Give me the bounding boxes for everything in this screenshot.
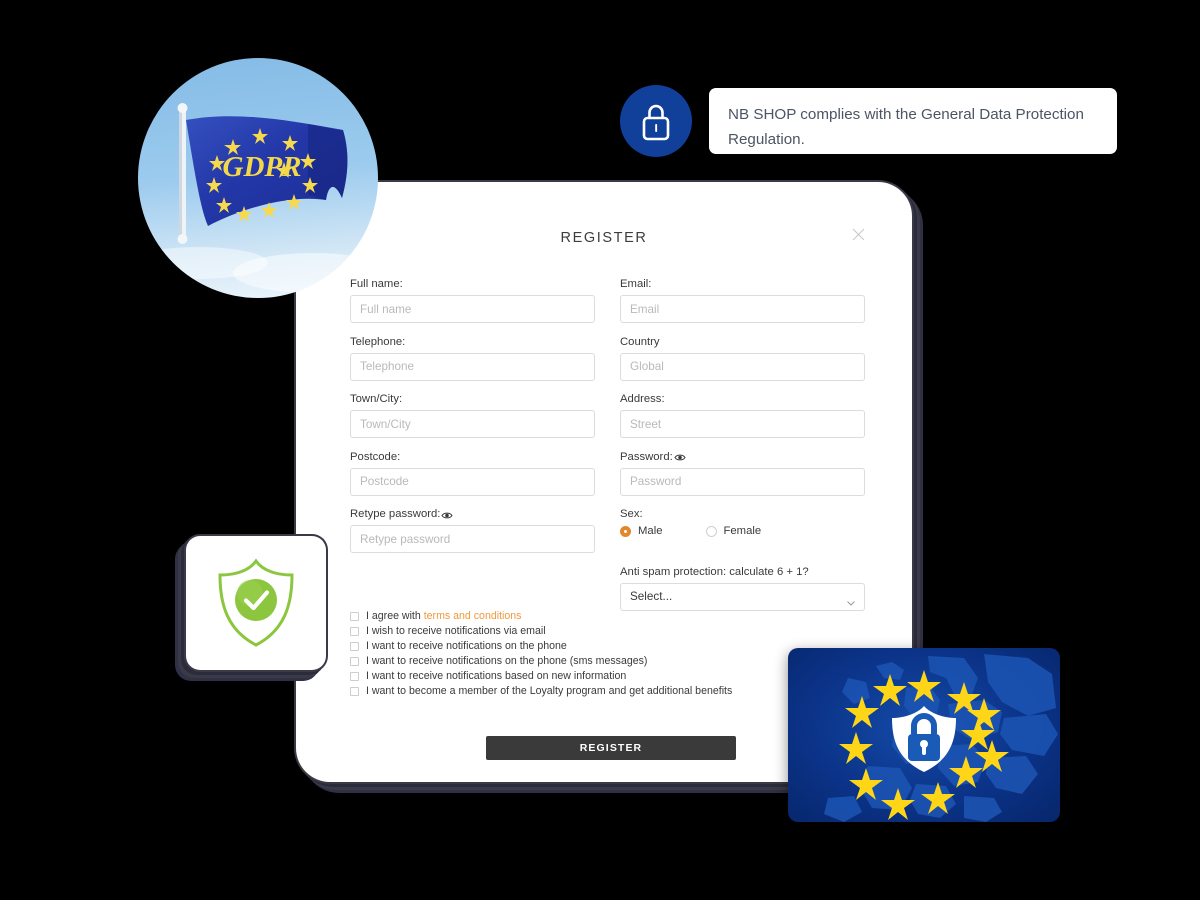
antispam-label: Anti spam protection: calculate 6 + 1? <box>620 565 809 578</box>
field-label: Telephone: <box>350 335 406 348</box>
radio-male[interactable] <box>620 525 631 537</box>
terms-and-conditions-link[interactable]: terms and conditions <box>424 610 522 622</box>
telephone-input[interactable] <box>350 352 595 381</box>
field-label: Email: <box>620 278 652 290</box>
checkbox-phone-notifications[interactable] <box>350 641 359 651</box>
form-row: Retype password: Retype password Sex: Ma… <box>350 508 866 553</box>
field-country: Country <box>620 336 865 381</box>
antispam-select[interactable] <box>620 582 865 611</box>
list-item[interactable]: I wish to receive notifications via emai… <box>350 625 820 637</box>
checkbox-email-notifications[interactable] <box>350 626 359 636</box>
lock-icon <box>620 85 692 157</box>
field-label-text: Password: <box>620 450 673 463</box>
field-label-text: Retype password: <box>350 508 441 520</box>
page-canvas: REGISTER Full name: Email: <box>0 0 1200 900</box>
list-item[interactable]: I want to receive notifications on the p… <box>350 655 820 667</box>
field-antispam: Anti spam protection: calculate 6 + 1? <box>620 566 865 611</box>
close-icon[interactable] <box>849 228 867 246</box>
gdpr-flag-photo: GDPR <box>138 58 378 298</box>
email-input[interactable] <box>620 295 865 323</box>
list-item[interactable]: I agree with terms and conditions <box>350 610 820 622</box>
checkbox-label: I want to receive notifications based on… <box>366 670 627 682</box>
form-row: Anti spam protection: calculate 6 + 1? <box>350 566 866 611</box>
field-town-city: Town/City: <box>350 393 595 438</box>
field-label: Retype password: <box>350 508 595 520</box>
form-row: Postcode: Password: <box>350 451 866 496</box>
form-row: Full name: Email: <box>350 278 866 323</box>
sex-label: Sex: <box>620 508 643 520</box>
field-retype-password: Retype password: <box>350 508 595 553</box>
register-button[interactable]: REGISTER <box>486 736 736 760</box>
checkbox-loyalty-program[interactable] <box>350 686 359 696</box>
town-city-input[interactable] <box>350 410 595 438</box>
field-label: Address: <box>620 393 665 405</box>
field-sex: Sex: Male Female <box>620 508 865 553</box>
radio-female[interactable] <box>705 525 717 537</box>
antispam-select-wrap <box>620 582 865 611</box>
postcode-input[interactable] <box>350 467 595 496</box>
field-telephone: Telephone: <box>350 336 595 381</box>
form-row: Telephone: Country <box>350 336 866 381</box>
checkbox-terms[interactable] <box>350 611 359 621</box>
register-form: Full name: Email: Telephone: <box>350 278 866 623</box>
field-label: Password: <box>620 451 865 463</box>
field-label: Postcode: <box>350 450 401 463</box>
field-label: Town/City: <box>350 393 403 405</box>
list-item[interactable]: I want to become a member of the Loyalty… <box>350 685 820 697</box>
eu-gdpr-card <box>788 648 1060 822</box>
field-label: Country <box>620 335 660 348</box>
checkbox-label: I want to receive notifications on the p… <box>366 640 567 652</box>
radio-male-label: Male <box>638 525 663 537</box>
field-label: Full name: <box>350 278 403 290</box>
checkbox-new-information[interactable] <box>350 671 359 681</box>
consent-checkbox-list: I agree with terms and conditions I wish… <box>350 610 820 700</box>
eye-icon[interactable] <box>674 453 686 462</box>
radio-female-label: Female <box>723 525 762 537</box>
field-postcode: Postcode: <box>350 451 595 496</box>
field-full-name: Full name: <box>350 278 595 323</box>
checkbox-label: I agree with terms and conditions <box>366 610 522 622</box>
field-address: Address: <box>620 393 865 438</box>
page-title: REGISTER <box>560 230 648 246</box>
full-name-input[interactable] <box>350 295 595 323</box>
tooltip-text: NB SHOP complies with the General Data P… <box>728 106 1084 148</box>
country-input[interactable] <box>620 352 865 381</box>
form-row: Town/City: Address: <box>350 393 866 438</box>
field-password: Password: <box>620 451 865 496</box>
field-email: Email: <box>620 278 865 323</box>
checkbox-label: I wish to receive notifications via emai… <box>366 625 546 637</box>
gdpr-compliance-tooltip: NB SHOP complies with the General Data P… <box>709 88 1117 154</box>
gdpr-flag-text: GDPR <box>223 151 302 183</box>
sex-radio-group: Male Female <box>620 525 865 537</box>
password-input[interactable] <box>620 467 865 496</box>
list-item[interactable]: I want to receive notifications on the p… <box>350 640 820 652</box>
security-shield-card <box>186 536 326 670</box>
checkbox-label: I want to receive notifications on the p… <box>366 655 648 667</box>
checkbox-sms-notifications[interactable] <box>350 656 359 666</box>
list-item[interactable]: I want to receive notifications based on… <box>350 670 820 682</box>
checkbox-label: I want to become a member of the Loyalty… <box>366 685 733 697</box>
shield-check-icon <box>186 536 326 670</box>
eye-icon[interactable] <box>441 511 454 520</box>
address-input[interactable] <box>620 410 865 438</box>
retype-password-input[interactable] <box>350 525 595 553</box>
